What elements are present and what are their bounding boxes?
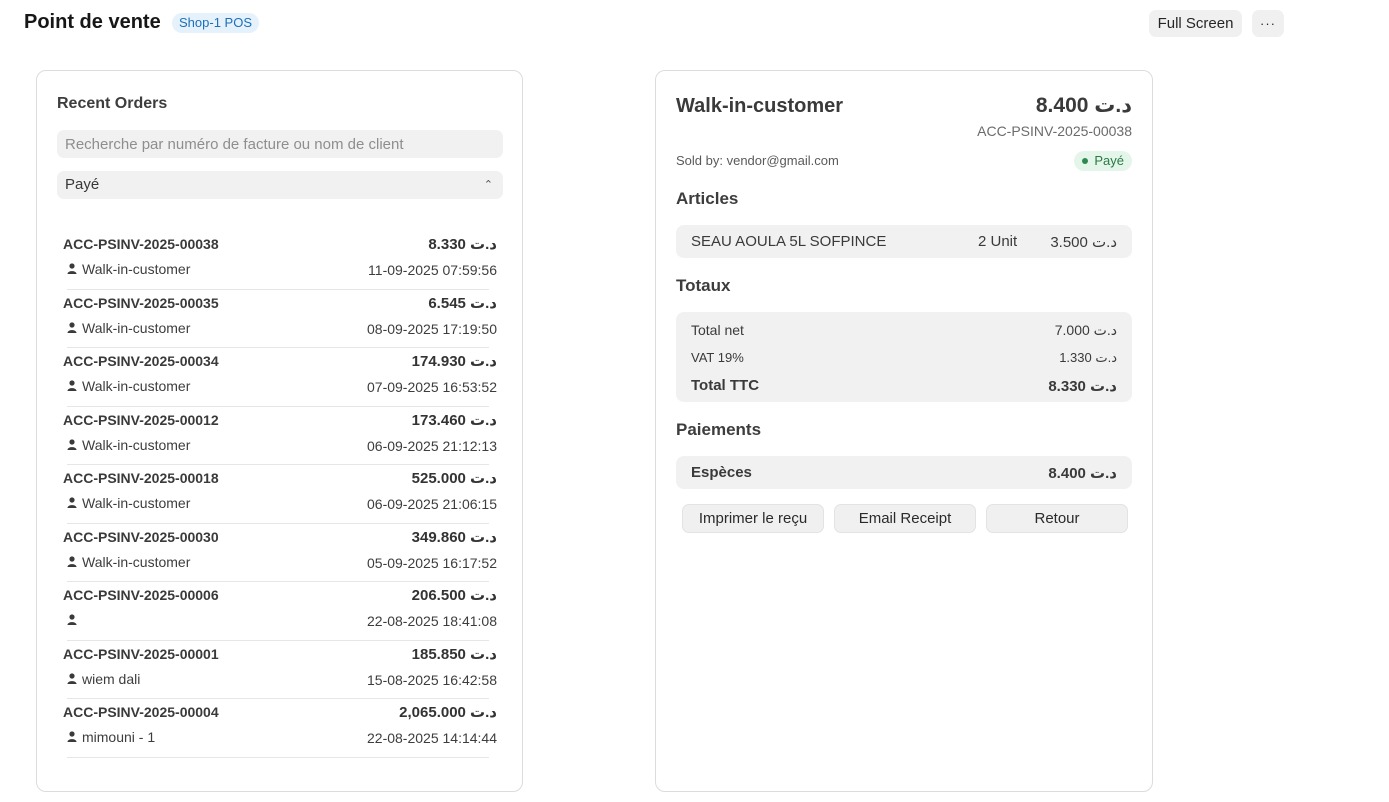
- order-customer: Walk-in-customer: [82, 378, 191, 394]
- totals-title: Totaux: [676, 276, 731, 295]
- total-net-value: د.ت 7.000: [1054, 322, 1117, 338]
- status-badge-label: Payé: [1094, 153, 1124, 168]
- order-invoice: ACC-PSINV-2025-00012: [63, 411, 219, 428]
- order-customer: Walk-in-customer: [82, 553, 191, 570]
- article-name: SEAU AOULA 5L SOFPINCE: [691, 233, 887, 250]
- order-date: 15-08-2025 16:42:58: [367, 671, 497, 688]
- totals-box: Total net د.ت 7.000 VAT 19% د.ت 1.330 To…: [676, 312, 1132, 402]
- print-receipt-button[interactable]: Imprimer le reçu: [682, 504, 824, 533]
- order-date: 07-09-2025 16:53:52: [367, 379, 497, 395]
- order-customer: Walk-in-customer: [82, 261, 191, 277]
- order-customer: mimouni - 1: [82, 729, 156, 745]
- email-receipt-button[interactable]: Email Receipt: [834, 504, 976, 533]
- user-icon: [67, 497, 77, 508]
- sold-by-text: Sold by: vendor@gmail.com: [676, 153, 839, 168]
- order-row[interactable]: ACC-PSINV-2025-00035 د.ت 6.545 Walk-in-cus…: [63, 290, 497, 348]
- detail-grand-total: د.ت 8.400: [1035, 94, 1132, 117]
- recent-orders-panel: Recent Orders Payé ⌃ ACC-PSINV-2025-0003…: [36, 70, 523, 792]
- user-icon: [67, 731, 77, 742]
- article-price: د.ت 3.500: [1050, 234, 1117, 251]
- order-invoice: ACC-PSINV-2025-00006: [63, 587, 219, 603]
- order-date: 05-09-2025 16:17:52: [367, 554, 497, 571]
- payments-title: Paiements: [676, 420, 762, 439]
- order-date: 06-09-2025 21:12:13: [367, 437, 497, 454]
- order-amount: د.ت 173.460: [411, 411, 497, 429]
- order-row[interactable]: ACC-PSINV-2025-00030 د.ت 349.860 Walk-in-c…: [63, 524, 497, 582]
- order-amount: د.ت 2,065.000: [399, 704, 497, 721]
- order-amount: د.ت 174.930: [411, 353, 497, 370]
- return-button[interactable]: Retour: [986, 504, 1128, 533]
- user-icon: [67, 380, 77, 391]
- pos-profile-badge[interactable]: Shop-1 POS: [172, 13, 259, 33]
- order-customer: Walk-in-customer: [82, 436, 191, 453]
- user-icon: [67, 321, 77, 333]
- select-updown-icon: ⌃: [483, 179, 493, 191]
- order-invoice: ACC-PSINV-2025-00001: [63, 645, 219, 662]
- order-customer: Walk-in-customer: [82, 495, 191, 511]
- order-amount: د.ت 6.545: [428, 294, 497, 312]
- order-invoice: ACC-PSINV-2025-00034: [63, 353, 219, 369]
- order-row[interactable]: ACC-PSINV-2025-00012 د.ت 173.460 Walk-in-c…: [63, 407, 497, 465]
- user-icon: [67, 614, 77, 625]
- more-options-button[interactable]: ···: [1252, 10, 1284, 37]
- status-filter-value: Payé: [65, 176, 100, 193]
- order-detail-panel: Walk-in-customer د.ت 8.400 ACC-PSINV-202…: [655, 70, 1153, 792]
- article-row: SEAU AOULA 5L SOFPINCE 2 Unit د.ت 3.500: [676, 225, 1132, 258]
- order-date: 22-08-2025 14:14:44: [367, 730, 497, 746]
- order-date: 22-08-2025 18:41:08: [367, 613, 497, 629]
- user-icon: [67, 438, 77, 450]
- total-ttc-value: د.ت 8.330: [1048, 378, 1117, 395]
- order-row[interactable]: ACC-PSINV-2025-00004 د.ت 2,065.000 mimouni…: [63, 699, 497, 758]
- payment-method: Espèces: [691, 464, 752, 481]
- order-row[interactable]: ACC-PSINV-2025-00006 د.ت 206.500 22-08-202…: [63, 582, 497, 641]
- status-dot-icon: [1082, 157, 1089, 164]
- order-row[interactable]: ACC-PSINV-2025-00038 د.ت 8.330 Walk-in-cus…: [63, 231, 497, 290]
- order-invoice: ACC-PSINV-2025-00035: [63, 294, 219, 311]
- status-badge: Payé: [1074, 151, 1132, 171]
- user-icon: [67, 555, 77, 567]
- total-ttc-label: Total TTC: [691, 377, 760, 394]
- order-row[interactable]: ACC-PSINV-2025-00001 د.ت 185.850 wiem dali…: [63, 641, 497, 699]
- order-amount: د.ت 525.000: [411, 470, 497, 487]
- vat-label: VAT 19%: [691, 350, 744, 365]
- order-amount: د.ت 8.330: [428, 236, 497, 253]
- order-invoice: ACC-PSINV-2025-00018: [63, 470, 219, 486]
- user-icon: [67, 263, 77, 274]
- page-title: Point de vente: [24, 11, 161, 33]
- payment-amount: د.ت 8.400: [1048, 465, 1117, 482]
- detail-customer-name: Walk-in-customer: [676, 95, 844, 117]
- vat-value: د.ت 1.330: [1059, 350, 1117, 365]
- article-qty: 2 Unit: [978, 233, 1018, 250]
- order-customer: wiem dali: [82, 670, 141, 687]
- user-icon: [67, 672, 77, 684]
- order-amount: د.ت 185.850: [411, 645, 497, 663]
- order-invoice: ACC-PSINV-2025-00038: [63, 236, 219, 252]
- invoice-search-input[interactable]: [57, 130, 503, 158]
- order-date: 06-09-2025 21:06:15: [367, 496, 497, 512]
- order-amount: د.ت 206.500: [411, 587, 497, 604]
- full-screen-button[interactable]: Full Screen: [1149, 10, 1242, 37]
- payment-row: Espèces د.ت 8.400: [676, 456, 1132, 489]
- recent-orders-title: Recent Orders: [57, 95, 168, 112]
- orders-list: ACC-PSINV-2025-00038 د.ت 8.330 Walk-in-cus…: [57, 231, 503, 758]
- top-bar: Point de vente Shop-1 POS Full Screen ··…: [0, 0, 1389, 46]
- status-filter-select[interactable]: Payé ⌃: [57, 171, 503, 199]
- order-row[interactable]: ACC-PSINV-2025-00018 د.ت 525.000 Walk-in-c…: [63, 465, 497, 524]
- order-row[interactable]: ACC-PSINV-2025-00034 د.ت 174.930 Walk-in-c…: [63, 348, 497, 407]
- order-invoice: ACC-PSINV-2025-00004: [63, 704, 219, 720]
- order-invoice: ACC-PSINV-2025-00030: [63, 528, 219, 545]
- order-amount: د.ت 349.860: [411, 528, 497, 546]
- order-customer: Walk-in-customer: [82, 319, 191, 336]
- total-net-label: Total net: [691, 322, 744, 338]
- order-date: 11-09-2025 07:59:56: [368, 262, 497, 278]
- detail-invoice-number: ACC-PSINV-2025-00038: [977, 123, 1132, 139]
- articles-title: Articles: [676, 189, 739, 208]
- order-date: 08-09-2025 17:19:50: [367, 320, 497, 337]
